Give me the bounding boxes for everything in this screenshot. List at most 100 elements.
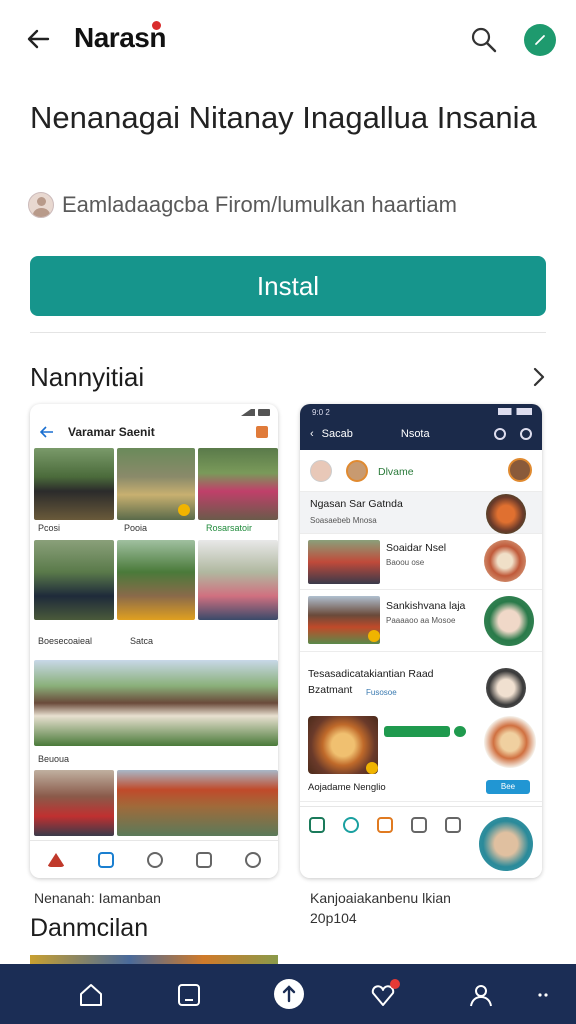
app-name: Nenanagai Nitanay Inagallua Insania — [30, 100, 537, 135]
back-button[interactable] — [24, 24, 54, 54]
thumbnail-caption: Pooia — [124, 523, 148, 533]
avatar — [484, 596, 534, 646]
badge-icon — [366, 762, 378, 774]
thumbnail-caption: Beuoua — [38, 754, 70, 764]
thumbnail-caption: Pcosi — [38, 523, 61, 533]
status-icons — [498, 408, 532, 415]
badge-icon — [178, 504, 190, 516]
list-item-subtitle: Baoou ose — [386, 558, 425, 567]
edit-button[interactable] — [524, 24, 556, 56]
screenshot-2[interactable]: 9:0 2 ‹ Sacab Nsota Dlvame Ngasan Sar Ga… — [300, 404, 542, 878]
search-button[interactable] — [468, 24, 500, 56]
list-item-subtitle: Paaaaoo aa Mosoe — [386, 616, 456, 625]
nav-left-label: Sacab — [321, 428, 353, 440]
arrow-left-icon — [27, 29, 50, 49]
gift-icon — [256, 426, 268, 438]
avatar — [484, 540, 526, 582]
list-item-subtitle: Fusosoe — [366, 688, 397, 697]
thumbnail-caption: Rosarsatoir — [206, 523, 253, 533]
developer-avatar — [28, 192, 54, 218]
badge-icon — [368, 630, 380, 642]
search-icon — [97, 851, 114, 868]
profile-icon[interactable] — [466, 980, 496, 1010]
share-icon — [445, 817, 461, 833]
photo-thumbnail — [117, 540, 195, 620]
avatar — [486, 494, 526, 534]
thumbnail-caption: Satca — [130, 636, 154, 646]
stories-row: Dlvame — [300, 450, 542, 492]
list-item-title: Tesasadicatakiantian Raad — [308, 668, 434, 680]
photo-thumbnail — [308, 540, 380, 584]
screenshot-1[interactable]: Varamar Saenit Pcosi Pooia Rosarsatoir B… — [30, 404, 278, 878]
arrow-left-icon — [40, 426, 53, 438]
notification-dot — [152, 21, 161, 30]
install-button[interactable]: Instal — [30, 256, 546, 316]
chevron-right-icon — [533, 367, 545, 387]
avatar — [479, 817, 533, 871]
section-2-title: Danmcilan — [30, 914, 149, 942]
search-icon — [245, 851, 262, 868]
avatar — [346, 460, 368, 482]
avatar — [508, 458, 532, 482]
upload-button[interactable] — [274, 979, 304, 1009]
photo-thumbnail — [34, 540, 114, 620]
photo-thumbnail — [198, 448, 278, 520]
photo-thumbnail — [34, 448, 114, 520]
home-icon — [309, 817, 325, 833]
list-item[interactable]: Soaidar Nsel Baoou ose — [300, 534, 542, 590]
top-app-bar: Narasn — [0, 0, 576, 80]
chat-icon — [343, 817, 359, 833]
developer-name: Eamladaagcba Firom/lumulkan haartiam — [62, 192, 457, 217]
section-more-button[interactable] — [528, 364, 550, 390]
screenshot-tab-bar — [300, 806, 542, 878]
avatar — [486, 668, 526, 708]
screenshot-header: Varamar Saenit — [30, 420, 278, 444]
list-item[interactable]: Sankishvana laja Paaaaoo aa Mosoe — [300, 590, 542, 652]
gift-icon — [520, 428, 532, 440]
list-item-title: Aojadame Nenglio — [308, 782, 386, 793]
photo-large — [34, 660, 278, 746]
upload-icon — [282, 985, 296, 1003]
list-item-title: Sankishvana laja — [386, 600, 466, 612]
bottom-navigation — [0, 964, 576, 1024]
notification-badge — [390, 979, 400, 989]
back-icon: ‹ — [310, 428, 314, 440]
more-icon[interactable] — [528, 980, 558, 1010]
search-icon — [471, 27, 497, 53]
tag-icon — [377, 817, 393, 833]
photo-thumbnail — [198, 540, 278, 620]
thumbnail-caption: Boesecoaieal — [38, 636, 93, 646]
home-icon[interactable] — [76, 980, 106, 1010]
home-icon — [46, 852, 65, 867]
list-item-subtitle: Soasaebeb Mnosa — [310, 516, 377, 525]
list-item-title-line2: Bzatmant — [308, 684, 353, 696]
bag-icon — [411, 817, 427, 833]
list-item-title: Ngasan Sar Gatnda — [310, 498, 403, 510]
photo-thumbnail — [117, 770, 278, 836]
photo-thumbnail — [34, 770, 114, 836]
pencil-icon — [535, 35, 545, 45]
avatar — [310, 460, 332, 482]
list-item[interactable]: Tesasadicatakiantian Raad Bzatmant Fusos… — [300, 652, 542, 802]
tablet-icon[interactable] — [174, 980, 204, 1010]
screenshots-section-title: Nannyitiai — [30, 362, 145, 392]
screenshot-header-title: Varamar Saenit — [68, 425, 155, 439]
tag-chip — [454, 726, 466, 737]
nav-center-label: Nsota — [400, 428, 430, 440]
chat-icon — [146, 851, 163, 868]
gift-icon — [196, 851, 213, 868]
developer-row[interactable]: Eamladaagcba Firom/lumulkan haartiam — [28, 190, 457, 220]
avatar — [484, 716, 536, 768]
list-item-title: Soaidar Nsel — [386, 542, 447, 554]
action-chip[interactable]: Bee — [486, 780, 530, 794]
screenshot-2-caption: Kanjoaiakanbenu lkian 20p104 — [310, 890, 451, 926]
list-item[interactable]: Ngasan Sar Gatnda Soasaebeb Mnosa — [300, 492, 542, 534]
screenshot-header: 9:0 2 ‹ Sacab Nsota — [300, 404, 542, 450]
status-time: 9:0 2 — [312, 408, 330, 417]
tag-chip — [384, 726, 450, 737]
search-icon — [494, 428, 506, 440]
divider — [30, 332, 546, 333]
screenshot-1-caption: Nenanah: Iamanban — [34, 890, 161, 906]
status-bar — [30, 404, 278, 420]
story-label: Dlvame — [378, 466, 414, 478]
